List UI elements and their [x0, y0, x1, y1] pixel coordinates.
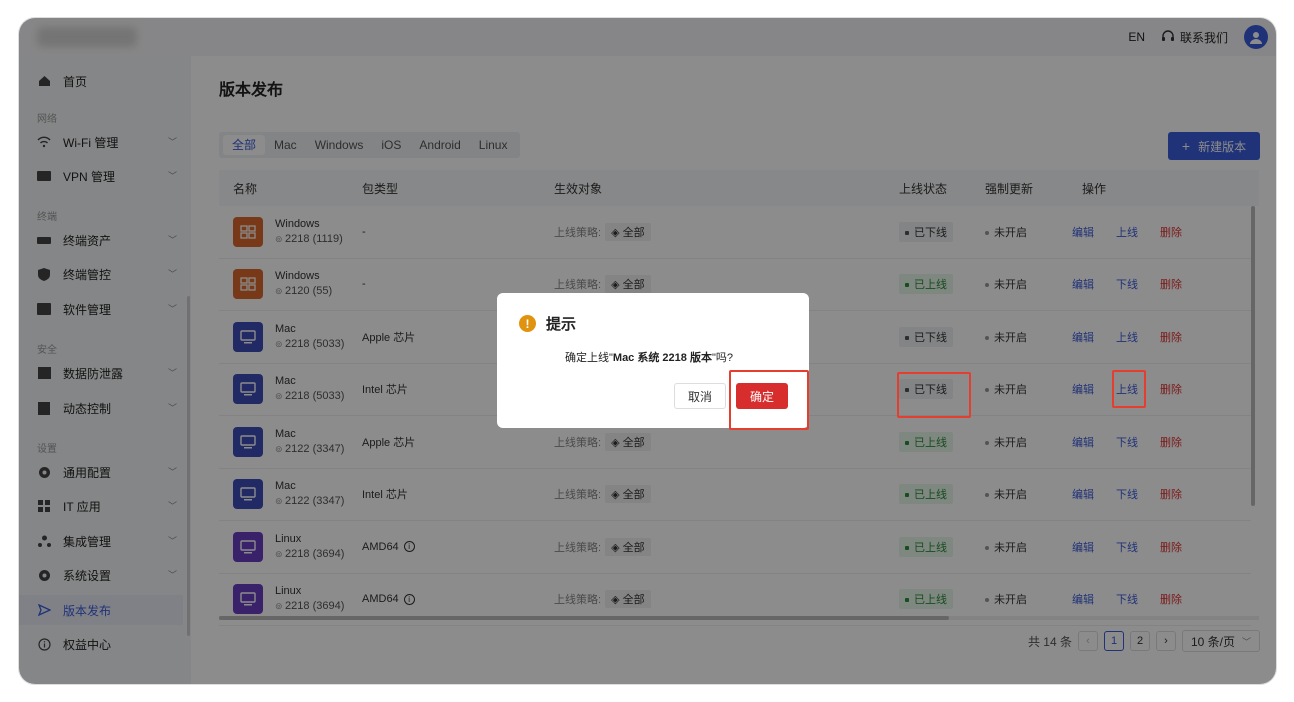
dialog-message: 确定上线"Mac 系统 2218 版本"吗? — [565, 352, 733, 364]
app-window: EN 联系我们 首页 网络 Wi-Fi 管理 ﹀ VPN 管理 ﹀ 终端 终端资产 ﹀… — [19, 18, 1276, 684]
highlight-confirm — [729, 370, 809, 430]
warning-icon: ! — [519, 315, 536, 332]
dialog-title: 提示 — [546, 316, 577, 333]
highlight-status — [897, 372, 971, 418]
cancel-button[interactable]: 取消 — [674, 383, 726, 409]
highlight-online-action — [1112, 370, 1146, 408]
